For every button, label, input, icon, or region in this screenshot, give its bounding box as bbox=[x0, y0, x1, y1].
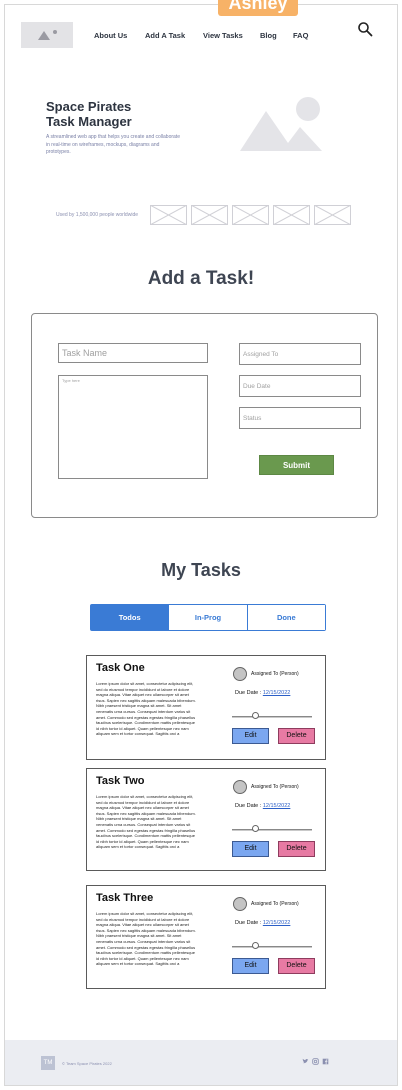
assigned-to-label: Assigned To (Person) bbox=[251, 901, 299, 907]
task-description: Lorem ipsum dolor sit amet, consectetur … bbox=[96, 681, 196, 737]
partner-logo-placeholder-icon bbox=[191, 205, 228, 225]
progress-slider[interactable] bbox=[232, 946, 312, 948]
avatar bbox=[233, 897, 247, 911]
add-task-heading: Add a Task! bbox=[147, 268, 255, 289]
hero-image-placeholder-icon bbox=[240, 97, 322, 151]
due-date-label: Due Date : 12/15/2022 bbox=[235, 803, 290, 809]
search-icon[interactable] bbox=[357, 21, 373, 37]
task-tabs: Todos In-Prog Done bbox=[90, 604, 326, 631]
task-card: Task Two Lorem ipsum dolor sit amet, con… bbox=[86, 768, 326, 871]
hero-title-line1: Space Pirates bbox=[46, 99, 132, 114]
due-date-caption: Due Date : bbox=[235, 920, 262, 926]
my-tasks-heading: My Tasks bbox=[161, 560, 241, 580]
due-date-value[interactable]: 12/15/2022 bbox=[263, 920, 291, 926]
edit-button[interactable]: Edit bbox=[232, 958, 269, 974]
tab-in-prog[interactable]: In-Prog bbox=[169, 605, 248, 630]
used-by-text: Used by 1,500,000 people worldwide bbox=[56, 212, 138, 218]
tab-done[interactable]: Done bbox=[247, 605, 325, 630]
assigned-to-label: Assigned To (Person) bbox=[251, 784, 299, 790]
edit-button[interactable]: Edit bbox=[232, 841, 269, 857]
hero-title: Space Pirates Task Manager bbox=[46, 99, 132, 129]
logo-placeholder[interactable] bbox=[21, 22, 73, 48]
submit-button[interactable]: Submit bbox=[259, 455, 334, 475]
avatar bbox=[233, 780, 247, 794]
footer-logo[interactable]: TM bbox=[41, 1056, 55, 1070]
due-date-label: Due Date : 12/15/2022 bbox=[235, 690, 290, 696]
task-title: Task One bbox=[96, 662, 145, 674]
twitter-icon[interactable] bbox=[302, 1058, 309, 1065]
nav-faq[interactable]: FAQ bbox=[293, 31, 308, 40]
hero-description: A streamlined web app that helps you cre… bbox=[46, 134, 180, 155]
task-notes-textarea[interactable]: Type here bbox=[58, 375, 208, 479]
tab-todos[interactable]: Todos bbox=[91, 605, 170, 630]
due-date-label: Due Date : 12/15/2022 bbox=[235, 920, 290, 926]
nav-blog[interactable]: Blog bbox=[260, 31, 277, 40]
user-tag: Ashley bbox=[218, 0, 298, 16]
nav-view-tasks[interactable]: View Tasks bbox=[203, 31, 243, 40]
partner-logo-placeholder-icon bbox=[273, 205, 310, 225]
hero-title-line2: Task Manager bbox=[46, 114, 132, 129]
task-card: Task Three Lorem ipsum dolor sit amet, c… bbox=[86, 885, 326, 989]
delete-button[interactable]: Delete bbox=[278, 728, 315, 744]
progress-slider[interactable] bbox=[232, 716, 312, 718]
facebook-icon[interactable] bbox=[322, 1058, 329, 1065]
task-title: Task Three bbox=[96, 892, 154, 904]
instagram-icon[interactable] bbox=[312, 1058, 319, 1065]
footer-copyright: © Team Space Pirates 2022 bbox=[62, 1061, 112, 1066]
delete-button[interactable]: Delete bbox=[278, 841, 315, 857]
status-input[interactable]: Status bbox=[239, 407, 361, 429]
task-description: Lorem ipsum dolor sit amet, consectetur … bbox=[96, 794, 196, 850]
edit-button[interactable]: Edit bbox=[232, 728, 269, 744]
partner-logo-placeholder-icon bbox=[150, 205, 187, 225]
due-date-caption: Due Date : bbox=[235, 803, 262, 809]
footer: TM © Team Space Pirates 2022 bbox=[5, 1040, 397, 1085]
due-date-caption: Due Date : bbox=[235, 690, 262, 696]
partner-logo-placeholder-icon bbox=[232, 205, 269, 225]
partner-logo-placeholder-icon bbox=[314, 205, 351, 225]
due-date-value[interactable]: 12/15/2022 bbox=[263, 803, 291, 809]
progress-slider-handle[interactable] bbox=[252, 942, 259, 949]
progress-slider-handle[interactable] bbox=[252, 712, 259, 719]
progress-slider[interactable] bbox=[232, 829, 312, 831]
assigned-to-input[interactable]: Assigned To bbox=[239, 343, 361, 365]
task-title: Task Two bbox=[96, 775, 145, 787]
progress-slider-handle[interactable] bbox=[252, 825, 259, 832]
task-description: Lorem ipsum dolor sit amet, consectetur … bbox=[96, 911, 196, 967]
avatar bbox=[233, 667, 247, 681]
task-card: Task One Lorem ipsum dolor sit amet, con… bbox=[86, 655, 326, 760]
sun-icon bbox=[53, 30, 57, 34]
assigned-to-label: Assigned To (Person) bbox=[251, 671, 299, 677]
nav-about-us[interactable]: About Us bbox=[94, 31, 127, 40]
due-date-input[interactable]: Due Date bbox=[239, 375, 361, 397]
delete-button[interactable]: Delete bbox=[278, 958, 315, 974]
due-date-value[interactable]: 12/15/2022 bbox=[263, 690, 291, 696]
task-name-input[interactable]: Task Name bbox=[58, 343, 208, 363]
nav-add-a-task[interactable]: Add A Task bbox=[145, 31, 185, 40]
mountain-icon bbox=[38, 31, 50, 40]
